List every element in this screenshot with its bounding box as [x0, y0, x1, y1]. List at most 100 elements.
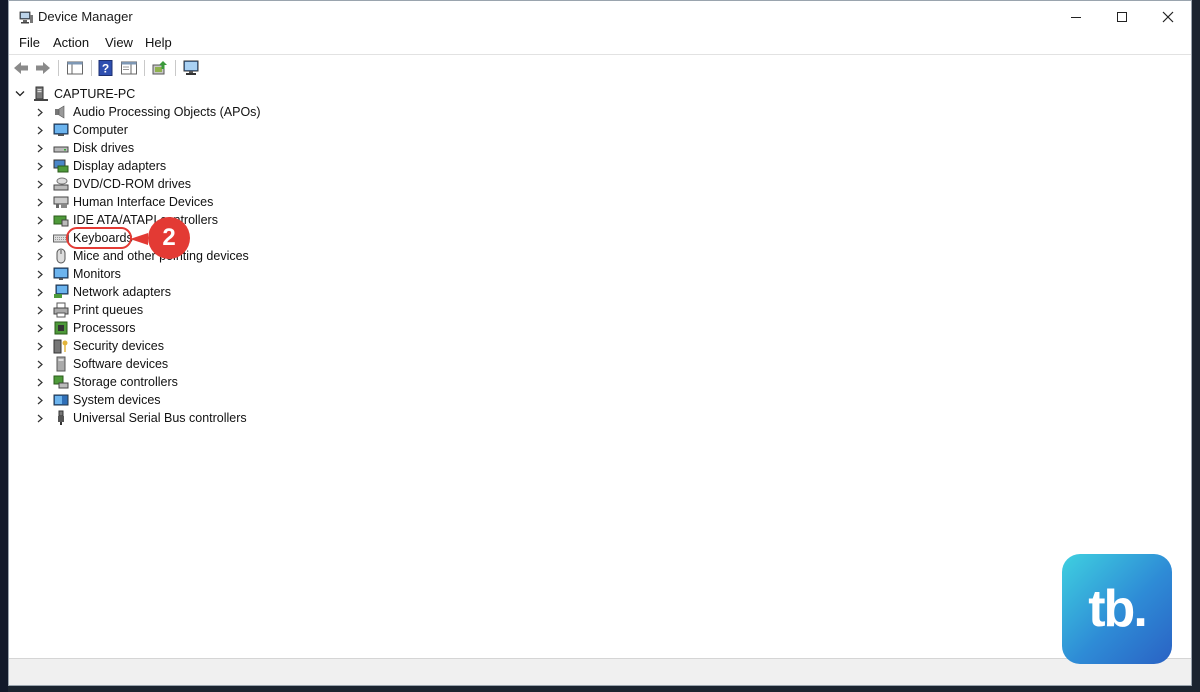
chevron-right-icon[interactable] [36, 198, 44, 207]
close-icon [1162, 11, 1174, 22]
software-device-icon [56, 356, 66, 372]
chevron-right-icon[interactable] [36, 306, 44, 315]
computer-root-icon [34, 86, 48, 101]
forward-arrow-icon[interactable] [34, 59, 52, 77]
chevron-right-icon[interactable] [36, 144, 44, 153]
toolbar: ? [9, 54, 1191, 82]
menu-help[interactable]: Help [145, 35, 172, 50]
help-icon[interactable]: ? [97, 59, 115, 77]
chevron-right-icon[interactable] [36, 252, 44, 261]
back-arrow-icon[interactable] [12, 59, 30, 77]
menu-bar: File Action View Help [9, 32, 1191, 54]
tree-item-label: Computer [73, 123, 128, 137]
tree-item-storage-controllers[interactable]: Storage controllers [9, 373, 409, 391]
tree-item-mice-and-other-pointing-devices[interactable]: Mice and other pointing devices [9, 247, 409, 265]
tree-item-label: Monitors [73, 267, 121, 281]
chevron-right-icon[interactable] [36, 270, 44, 279]
tree-item-processors[interactable]: Processors [9, 319, 409, 337]
menu-file[interactable]: File [19, 35, 40, 50]
desktop-background-right [1192, 0, 1200, 692]
maximize-icon [1117, 11, 1127, 22]
tree-item-software-devices[interactable]: Software devices [9, 355, 409, 373]
close-button[interactable] [1145, 1, 1191, 32]
tree-item-human-interface-devices[interactable]: Human Interface Devices [9, 193, 409, 211]
chevron-right-icon[interactable] [36, 180, 44, 189]
callout-highlight-ring [66, 227, 132, 249]
minimize-icon [1071, 16, 1081, 18]
storage-controller-icon [53, 375, 69, 389]
window-controls [1053, 1, 1191, 32]
device-manager-window: Device Manager File Action View Help ? C… [8, 0, 1192, 686]
tree-item-computer[interactable]: Computer [9, 121, 409, 139]
desktop-background [0, 0, 8, 692]
speaker-icon [55, 105, 65, 119]
tree-item-print-queues[interactable]: Print queues [9, 301, 409, 319]
tree-root-label: CAPTURE-PC [54, 87, 136, 101]
chevron-right-icon[interactable] [36, 162, 44, 171]
chevron-right-icon[interactable] [36, 126, 44, 135]
tree-item-display-adapters[interactable]: Display adapters [9, 157, 409, 175]
chevron-right-icon[interactable] [36, 396, 44, 405]
chevron-right-icon[interactable] [36, 342, 44, 351]
tree-item-universal-serial-bus-controllers[interactable]: Universal Serial Bus controllers [9, 409, 409, 427]
chevron-right-icon[interactable] [36, 378, 44, 387]
tree-item-label: DVD/CD-ROM drives [73, 177, 192, 191]
toolbar-separator [58, 60, 59, 76]
menu-action[interactable]: Action [53, 35, 89, 50]
svg-text:?: ? [102, 62, 109, 76]
tree-item-label: Processors [73, 321, 136, 335]
menu-view[interactable]: View [105, 35, 133, 50]
chevron-right-icon[interactable] [36, 108, 44, 117]
tree-item-security-devices[interactable]: Security devices [9, 337, 409, 355]
status-bar [9, 658, 1191, 685]
tree-item-disk-drives[interactable]: Disk drives [9, 139, 409, 157]
minimize-button[interactable] [1053, 1, 1099, 32]
printer-icon [53, 302, 69, 318]
tree-item-label: Storage controllers [73, 375, 178, 389]
network-adapter-icon [54, 284, 69, 298]
tree-item-label: Security devices [73, 339, 165, 353]
chevron-right-icon[interactable] [36, 360, 44, 369]
tree-item-audio-processing-objects[interactable]: Audio Processing Objects (APOs) [9, 103, 409, 121]
device-tree: CAPTURE-PC Audio Processing Objects (APO… [9, 81, 1191, 659]
tree-item-label: IDE ATA/ATAPI controllers [73, 213, 218, 227]
tree-item-label: Universal Serial Bus controllers [73, 411, 247, 425]
usb-icon [58, 410, 64, 425]
disk-drive-icon [53, 146, 69, 153]
hid-icon [53, 196, 69, 208]
callout-pointer [130, 233, 148, 245]
chevron-right-icon[interactable] [36, 414, 44, 423]
tree-item-label: Audio Processing Objects (APOs) [73, 105, 261, 119]
tree-root-item[interactable]: CAPTURE-PC [9, 85, 409, 103]
chevron-right-icon[interactable] [36, 216, 44, 225]
update-driver-icon[interactable] [151, 59, 169, 77]
show-hide-console-tree-icon[interactable] [66, 59, 84, 77]
device-manager-app-icon [19, 11, 33, 24]
tree-item-label: Human Interface Devices [73, 195, 214, 209]
security-device-icon [53, 339, 68, 354]
toolbar-separator [175, 60, 176, 76]
callout-step-badge: 2 [148, 217, 190, 259]
properties-view-icon[interactable] [120, 59, 138, 77]
chevron-down-icon[interactable] [15, 89, 25, 99]
tree-item-system-devices[interactable]: System devices [9, 391, 409, 409]
status-bar-divider [1182, 659, 1183, 685]
tree-item-monitors[interactable]: Monitors [9, 265, 409, 283]
system-device-icon [53, 394, 69, 406]
dvd-drive-icon [53, 177, 69, 191]
chevron-right-icon[interactable] [36, 324, 44, 333]
chevron-right-icon[interactable] [36, 288, 44, 297]
chevron-right-icon[interactable] [36, 234, 44, 243]
toolbar-separator [144, 60, 145, 76]
toolbar-separator [91, 60, 92, 76]
scan-hardware-changes-icon[interactable] [182, 59, 200, 77]
tree-item-label: Network adapters [73, 285, 171, 299]
maximize-button[interactable] [1099, 1, 1145, 32]
title-bar[interactable]: Device Manager [9, 1, 1191, 32]
brand-logo: tb. [1062, 554, 1172, 664]
tree-item-network-adapters[interactable]: Network adapters [9, 283, 409, 301]
tree-item-label: Display adapters [73, 159, 167, 173]
tree-item-ide-ata-atapi-controllers[interactable]: IDE ATA/ATAPI controllers [9, 211, 409, 229]
computer-icon [53, 123, 69, 136]
tree-item-dvd-cd-rom-drives[interactable]: DVD/CD-ROM drives [9, 175, 409, 193]
